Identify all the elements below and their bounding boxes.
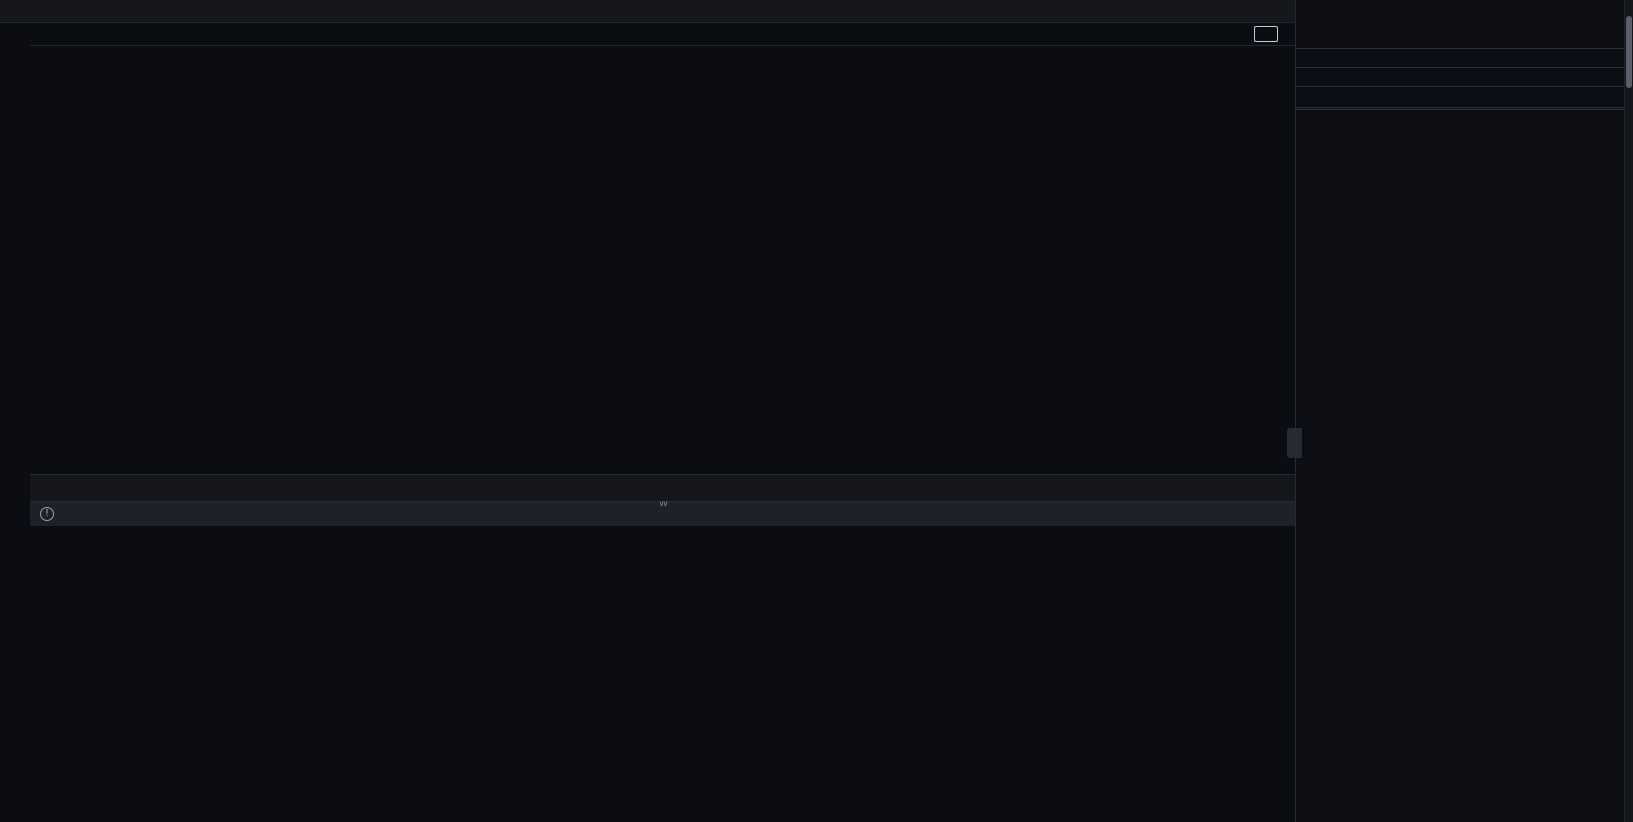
left-view-tabs bbox=[0, 23, 30, 822]
info-icon: ! bbox=[40, 507, 54, 521]
right-scrollbar[interactable] bbox=[1624, 0, 1633, 822]
timeshare-chart[interactable] bbox=[30, 45, 1295, 454]
nav-trend-row[interactable] bbox=[1296, 68, 1624, 87]
wp-window-icon[interactable] bbox=[1254, 26, 1278, 42]
quote-info-bar bbox=[30, 23, 1295, 45]
weibi-row bbox=[1296, 87, 1624, 106]
market-status-row bbox=[1296, 48, 1624, 68]
last-price-block bbox=[1296, 0, 1624, 48]
chart-region: ∨∨ ! bbox=[30, 23, 1295, 822]
notice-collapse-icon[interactable]: ∨∨ bbox=[659, 499, 669, 508]
time-axis bbox=[30, 454, 1295, 474]
margin-notice-bar[interactable]: ∨∨ ! bbox=[30, 499, 1295, 526]
divider bbox=[1296, 109, 1624, 111]
quote-panel bbox=[1295, 0, 1624, 822]
panel-collapse-handle[interactable] bbox=[1287, 428, 1302, 458]
table-gap bbox=[30, 526, 1295, 555]
top-menu-bar bbox=[0, 0, 1295, 23]
menu-spacer bbox=[36, 0, 1295, 22]
indicator-tabs bbox=[30, 474, 1295, 502]
divider bbox=[1296, 107, 1624, 109]
menu-lead-space bbox=[0, 0, 36, 22]
scrollbar-thumb[interactable] bbox=[1626, 16, 1632, 88]
